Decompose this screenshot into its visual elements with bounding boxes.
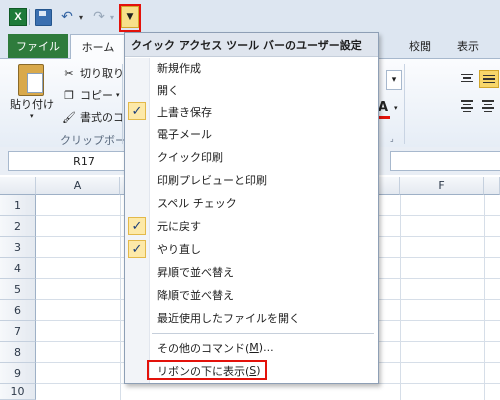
more-commands-text: その他のコマンド( [157, 341, 250, 355]
column-header[interactable] [484, 177, 500, 195]
menu-title: クイック アクセス ツール バーのユーザー設定 [125, 33, 378, 57]
grid-line [400, 195, 401, 400]
formula-input[interactable] [390, 151, 500, 171]
grid-line [484, 195, 485, 400]
font-color-dropdown-icon[interactable]: ▾ [394, 104, 398, 112]
menu-item-sort-descending[interactable]: 降順で並べ替え [149, 283, 377, 306]
scissors-icon: ✂ [64, 66, 74, 80]
toolbar-divider [29, 9, 30, 25]
column-header[interactable]: A [36, 177, 120, 195]
row-header[interactable]: 9 [0, 363, 36, 384]
tab-home[interactable]: ホーム [70, 34, 126, 59]
row-header[interactable]: 3 [0, 237, 36, 258]
copy-dropdown-icon[interactable]: ▾ [116, 91, 120, 99]
more-commands-suffix: )... [258, 341, 274, 354]
menu-item-open[interactable]: 開く [149, 78, 377, 101]
checkmark-icon: ✓ [128, 217, 146, 235]
row-header[interactable]: 7 [0, 321, 36, 342]
row-header[interactable]: 10 [0, 384, 36, 400]
menu-item-undo[interactable]: 元に戻す [149, 214, 377, 237]
font-color-button[interactable]: A [378, 100, 388, 115]
cut-button[interactable]: ✂ 切り取り [62, 64, 124, 82]
save-icon[interactable] [35, 9, 52, 26]
cut-label: 切り取り [80, 67, 124, 80]
grid-line [120, 195, 121, 400]
paste-icon[interactable] [18, 64, 44, 96]
menu-item-quick-print[interactable]: クイック印刷 [149, 145, 377, 168]
checkmark-icon: ✓ [128, 102, 146, 120]
paste-dropdown-icon[interactable]: ▾ [30, 112, 34, 120]
tab-file[interactable]: ファイル [8, 34, 68, 58]
row-header[interactable]: 6 [0, 300, 36, 321]
dialog-launcher-icon[interactable]: ⌟ [390, 134, 394, 143]
tab-review[interactable]: 校閲 [400, 34, 440, 58]
select-all-corner[interactable] [0, 177, 36, 195]
tab-view[interactable]: 表示 [448, 34, 488, 58]
undo-dropdown-icon[interactable]: ▾ [77, 6, 85, 28]
align-center-icon[interactable] [479, 70, 499, 88]
more-commands-accel: M [249, 341, 259, 354]
format-painter-button[interactable]: 🖌 書式のコ [62, 108, 124, 126]
menu-item-save[interactable]: 上書き保存 [149, 100, 377, 123]
format-painter-label: 書式のコ [80, 111, 124, 124]
group-divider [122, 64, 123, 144]
menu-item-email[interactable]: 電子メール [149, 122, 377, 145]
font-size-dropdown-icon[interactable]: ▾ [386, 70, 402, 90]
row-header[interactable]: 2 [0, 216, 36, 237]
menu-item-recent-files[interactable]: 最近使用したファイルを開く [149, 306, 377, 329]
highlight-box-show-below [147, 360, 267, 380]
menu-item-sort-ascending[interactable]: 昇順で並べ替え [149, 260, 377, 283]
redo-dropdown-icon[interactable]: ▾ [108, 6, 116, 28]
menu-item-redo[interactable]: やり直し [149, 237, 377, 260]
copy-icon: ❐ [64, 88, 74, 102]
menu-separator [152, 333, 374, 334]
column-header[interactable]: F [400, 177, 484, 195]
row-header[interactable]: 8 [0, 342, 36, 363]
row-header[interactable]: 5 [0, 279, 36, 300]
excel-icon: X [9, 8, 27, 26]
row-header[interactable]: 4 [0, 258, 36, 279]
brush-icon: 🖌 [62, 110, 76, 124]
copy-label: コピー [80, 89, 113, 102]
copy-button[interactable]: ❐ コピー ▾ [62, 86, 120, 104]
group-divider [404, 64, 405, 144]
menu-item-spell-check[interactable]: スペル チェック [149, 191, 377, 214]
align-left-icon[interactable] [458, 70, 476, 86]
menu-item-print-preview[interactable]: 印刷プレビューと印刷 [149, 168, 377, 191]
redo-icon[interactable]: ↷ [90, 6, 108, 28]
undo-icon[interactable]: ↶ [57, 6, 77, 28]
menu-item-more-commands[interactable]: その他のコマンド(M)... [149, 336, 377, 359]
highlight-box-customize [119, 4, 141, 32]
paste-button-label[interactable]: 貼り付け [10, 96, 54, 112]
checkmark-icon: ✓ [128, 240, 146, 258]
align-left-icon[interactable] [458, 98, 476, 114]
menu-item-new[interactable]: 新規作成 [149, 56, 377, 79]
align-center-icon[interactable] [479, 98, 497, 114]
row-header[interactable]: 1 [0, 195, 36, 216]
